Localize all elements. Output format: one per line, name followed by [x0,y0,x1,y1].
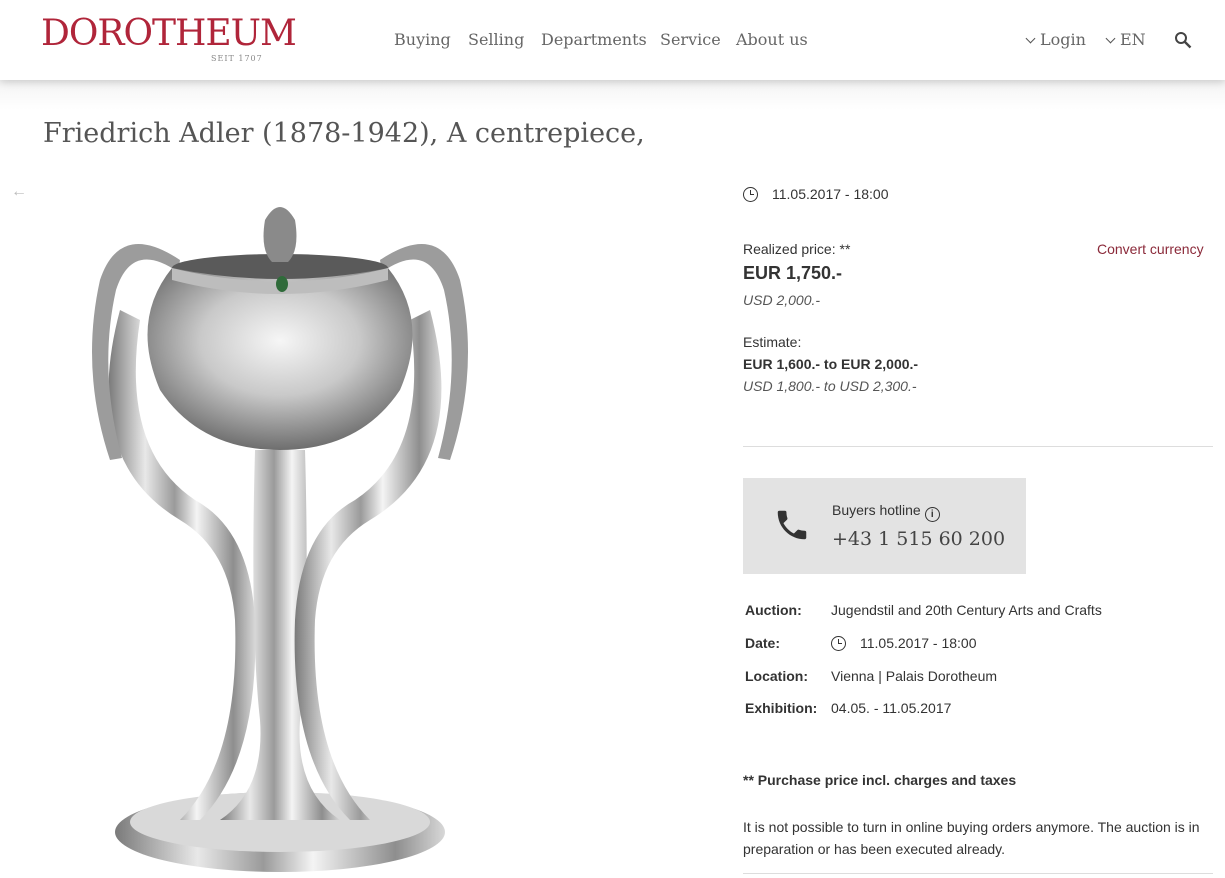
detail-date-text: 11.05.2017 - 18:00 [860,635,977,651]
previous-arrow-icon[interactable]: ← [11,183,27,201]
detail-key: Location: [745,668,808,684]
detail-key: Exhibition: [745,700,818,716]
search-icon[interactable] [1174,31,1192,49]
divider [743,446,1213,447]
divider [743,873,1213,874]
info-icon[interactable]: i [924,507,940,522]
estimate-label: Estimate: [743,334,802,350]
logo-wordmark: DOROTHEUM [41,13,297,54]
auction-datetime-text: 11.05.2017 - 18:00 [772,186,889,202]
buying-notice: It is not possible to turn in online buy… [743,819,1200,857]
language-menu[interactable]: EN [1105,30,1146,49]
product-image[interactable] [60,200,520,878]
nav-departments[interactable]: Departments [541,30,647,49]
hotline-label: Buyers hotline i [832,502,940,522]
detail-value: 11.05.2017 - 18:00 [831,635,977,651]
price-footnote: ** Purchase price incl. charges and taxe… [743,772,1017,788]
convert-currency-link[interactable]: Convert currency [1097,241,1204,257]
site-header: DOROTHEUM SEIT 1707 Buying Selling Depar… [0,0,1225,80]
buyers-hotline-box: Buyers hotline i +43 1 515 60 200 [743,478,1026,574]
chevron-down-icon [1025,33,1036,44]
language-label: EN [1120,30,1146,49]
realized-price-usd: USD 2,000.- [743,292,821,308]
login-label: Login [1040,30,1086,49]
detail-value: 04.05. - 11.05.2017 [831,700,952,716]
chevron-down-icon [1105,33,1116,44]
hotline-label-text: Buyers hotline [832,502,921,518]
nav-buying[interactable]: Buying [394,30,451,49]
detail-value: Vienna | Palais Dorotheum [831,668,998,684]
login-menu[interactable]: Login [1025,30,1086,49]
page-title: Friedrich Adler (1878-1942), A centrepie… [43,118,645,149]
nav-about-us[interactable]: About us [736,30,808,49]
detail-key: Auction: [745,602,802,618]
detail-key: Date: [745,635,781,651]
detail-value: Jugendstil and 20th Century Arts and Cra… [831,602,1102,618]
nav-selling[interactable]: Selling [468,30,524,49]
clock-icon [831,636,846,651]
estimate-eur: EUR 1,600.- to EUR 2,000.- [743,356,919,372]
nav-service[interactable]: Service [660,30,721,49]
clock-icon [743,187,758,202]
hotline-number[interactable]: +43 1 515 60 200 [832,528,1005,550]
phone-icon [777,510,807,540]
estimate-usd: USD 1,800.- to USD 2,300.- [743,378,917,394]
dorotheum-logo[interactable]: DOROTHEUM SEIT 1707 [41,13,297,64]
auction-datetime: 11.05.2017 - 18:00 [743,186,889,202]
logo-tagline: SEIT 1707 [211,54,263,63]
realized-price-eur: EUR 1,750.- [743,263,843,283]
